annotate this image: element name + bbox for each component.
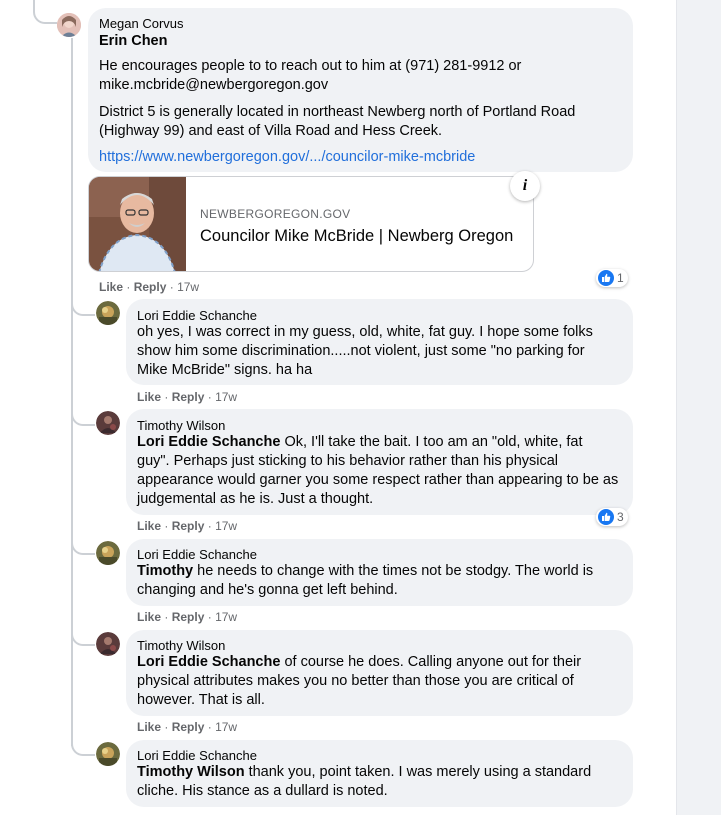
reply-button[interactable]: Reply	[172, 519, 205, 533]
comment-link[interactable]: https://www.newbergoregon.gov/.../counci…	[99, 149, 475, 165]
reaction-count: 1	[617, 271, 624, 285]
mention-tag[interactable]: Lori Eddie Schanche	[137, 654, 280, 670]
comment-actions: Like · Reply · 17w	[137, 519, 237, 533]
comment-author[interactable]: Timothy Wilson	[137, 638, 225, 653]
thread-connector	[71, 410, 95, 426]
separator: ·	[164, 519, 169, 533]
comment-author[interactable]: Megan Corvus	[99, 16, 184, 31]
comment-actions: Like · Reply · 17w	[137, 390, 237, 404]
separator: ·	[164, 390, 169, 404]
thumbs-up-icon	[598, 270, 614, 286]
link-preview-card[interactable]: NEWBERGOREGON.GOV Councilor Mike McBride…	[88, 176, 534, 272]
comment-link-wrap: https://www.newbergoregon.gov/.../counci…	[99, 148, 475, 167]
separator: ·	[207, 720, 212, 734]
comment-text: District 5 is generally located in north…	[99, 104, 576, 139]
comment-actions: Like · Reply · 17w	[99, 280, 199, 294]
thread-connector	[71, 740, 95, 756]
link-preview-image	[89, 177, 186, 271]
like-button[interactable]: Like	[137, 720, 161, 734]
separator: ·	[164, 720, 169, 734]
comment-text-content: he needs to change with the times not be…	[137, 563, 594, 598]
reply-button[interactable]: Reply	[172, 720, 205, 734]
comment-actions: Like · Reply · 17w	[137, 720, 237, 734]
mention-tag[interactable]: Timothy Wilson	[137, 764, 245, 780]
avatar[interactable]	[96, 742, 120, 766]
reply-button[interactable]: Reply	[172, 610, 205, 624]
comment-author[interactable]: Lori Eddie Schanche	[137, 748, 257, 763]
separator: ·	[207, 519, 212, 533]
like-button[interactable]: Like	[137, 519, 161, 533]
separator: ·	[126, 280, 131, 294]
mention-tag[interactable]: Lori Eddie Schanche	[137, 434, 280, 450]
timestamp[interactable]: 17w	[215, 519, 237, 533]
timestamp[interactable]: 17w	[177, 280, 199, 294]
timestamp[interactable]: 17w	[215, 390, 237, 404]
comment-author[interactable]: Lori Eddie Schanche	[137, 308, 257, 323]
comment-text: oh yes, I was correct in my guess, old, …	[137, 324, 593, 378]
like-button[interactable]: Like	[137, 610, 161, 624]
mention-tag[interactable]: Timothy	[137, 563, 193, 579]
thread-connector	[71, 630, 95, 646]
link-preview-domain: NEWBERGOREGON.GOV	[200, 207, 351, 221]
comment-text: Lori Eddie Schanche Ok, I'll take the ba…	[137, 433, 619, 509]
comment-text: Lori Eddie Schanche of course he does. C…	[137, 653, 617, 710]
separator: ·	[207, 390, 212, 404]
reply-button[interactable]: Reply	[134, 280, 167, 294]
link-preview-title: Councilor Mike McBride | Newberg Oregon	[200, 227, 514, 245]
comment-text: Timothy Wilson thank you, point taken. I…	[137, 763, 617, 801]
mention-tag[interactable]: Erin Chen	[99, 32, 167, 51]
comment-author[interactable]: Lori Eddie Schanche	[137, 547, 257, 562]
right-sidebar-panel	[676, 0, 721, 815]
comment-author[interactable]: Timothy Wilson	[137, 418, 225, 433]
separator: ·	[207, 610, 212, 624]
timestamp[interactable]: 17w	[215, 610, 237, 624]
info-icon[interactable]: i	[510, 171, 540, 201]
thumbs-up-icon	[598, 509, 614, 525]
separator: ·	[164, 610, 169, 624]
avatar[interactable]	[96, 301, 120, 325]
reply-button[interactable]: Reply	[172, 390, 205, 404]
avatar[interactable]	[57, 13, 81, 37]
like-button[interactable]: Like	[137, 390, 161, 404]
thread-connector	[71, 300, 95, 316]
comment-actions: Like · Reply · 17w	[137, 610, 237, 624]
thread-connector	[33, 8, 57, 24]
comment-text: He encourages people to to reach out to …	[99, 58, 522, 93]
thread-connector	[71, 539, 95, 555]
timestamp[interactable]: 17w	[215, 720, 237, 734]
comment-text: Timothy he needs to change with the time…	[137, 562, 617, 600]
like-button[interactable]: Like	[99, 280, 123, 294]
reaction-badge[interactable]: 3	[596, 508, 628, 526]
avatar[interactable]	[96, 632, 120, 656]
avatar[interactable]	[96, 411, 120, 435]
separator: ·	[169, 280, 174, 294]
reaction-badge[interactable]: 1	[596, 269, 628, 287]
avatar[interactable]	[96, 541, 120, 565]
reaction-count: 3	[617, 510, 624, 524]
